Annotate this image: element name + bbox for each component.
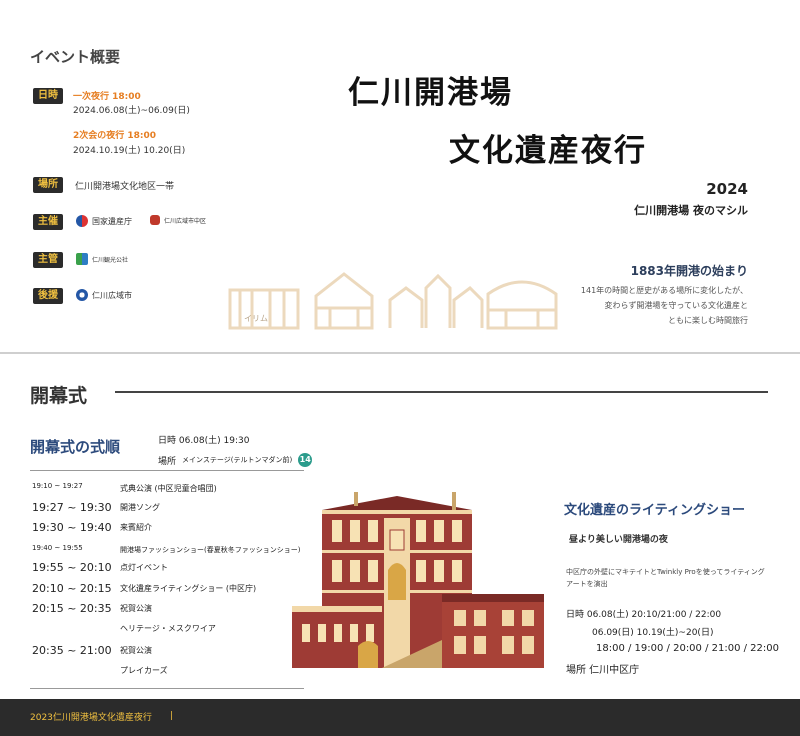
history-line-1: 141年の時間と歴史がある場所に変化したが、 [580, 286, 748, 295]
date-tag: 日時 [33, 88, 63, 104]
overview-panel: イベント概要 日時 一次夜行 18:00 2024.06.08(土)~06.09… [0, 0, 800, 352]
lighting-date-2: 06.09(日) 10.19(土)~20(日) [592, 628, 714, 638]
building-silhouettes-decoration [228, 272, 558, 330]
host-logo-2: 仁川広域市中区 [150, 215, 206, 225]
lighting-desc-1: 中区庁の外壁にマキテイトとTwinkly Proを使ってライティング [566, 568, 765, 576]
support-logo: 仁川広域市 [76, 289, 132, 301]
schedule-event: 開港ソング [120, 503, 160, 512]
history-line-3: ともに楽しむ時間旅行 [668, 316, 748, 325]
schedule-time: 19:40 ~ 19:55 [32, 544, 83, 552]
lighting-subtitle: 昼より美しい開港場の夜 [569, 535, 668, 545]
history-title: 1883年開港の始まり [630, 264, 748, 278]
schedule-event: プレイカーズ [120, 666, 168, 675]
hero-subtitle: 仁川開港場 夜のマシル [634, 204, 748, 217]
order-place-value: メインステージ(テルトンマダン前) [182, 456, 293, 464]
organizer-tag: 主管 [33, 252, 63, 268]
lighting-place: 場所 仁川中区庁 [566, 665, 640, 676]
place-value: 仁川開港場文化地区一帯 [75, 182, 175, 192]
schedule-time: 19:27 ~ 19:30 [32, 501, 112, 514]
lighting-date-3: 18:00 / 19:00 / 20:00 / 21:00 / 22:00 [596, 643, 779, 654]
lighting-title: 文化遺産のライティングショー [564, 503, 745, 518]
footer-bar: 2023仁川開港場文化遺産夜行 | [0, 699, 800, 736]
place-tag: 場所 [33, 177, 63, 193]
order-rule-bottom [30, 688, 304, 689]
hero-title-line2: 文化遺産夜行 [449, 133, 647, 169]
panel-divider [0, 352, 800, 354]
night2-label: 2次会の夜行 18:00 [73, 131, 157, 141]
schedule-event: 開港場ファッションショー(春夏秋冬ファッションショー) [120, 546, 301, 554]
organizer-logo-label: 仁川観光公社 [92, 256, 129, 264]
schedule-time: 20:35 ~ 21:00 [32, 644, 112, 657]
schedule-event: 来賓紹介 [120, 523, 152, 532]
order-title: 開幕式の式順 [30, 438, 121, 456]
host-logo-1-label: 国家遺産庁 [92, 216, 132, 226]
history-line-2: 変わらず開港場を守っている文化遺産と [604, 301, 748, 310]
support-tag: 後援 [33, 288, 63, 304]
host-tag: 主催 [33, 214, 63, 230]
night2-dates: 2024.10.19(土) 10.20(日) [73, 146, 186, 156]
opening-rule [115, 391, 768, 393]
opening-title: 開幕式 [30, 385, 88, 407]
lighting-date-1: 日時 06.08(土) 20:10/21:00 / 22:00 [566, 610, 722, 620]
hero-title-line1: 仁川開港場 [348, 75, 513, 111]
schedule-event: 祝賀公演 [120, 646, 152, 655]
order-date: 日時 06.08(土) 19:30 [158, 436, 250, 446]
footer-separator: | [170, 711, 174, 721]
schedule-event: 祝賀公演 [120, 604, 152, 613]
host-logo-1: 国家遺産庁 [76, 215, 132, 227]
overview-title: イベント概要 [30, 48, 121, 66]
schedule-event: 点灯イベント [120, 563, 168, 572]
schedule-event: 文化遺産ライティングショー (中区庁) [120, 584, 257, 593]
schedule-event: 式典公演 (中区児童合唱団) [120, 484, 217, 493]
incheon-city-icon [76, 289, 88, 301]
tourism-org-icon [76, 253, 88, 265]
junggu-office-illustration [292, 492, 544, 668]
schedule-time: 20:10 ~ 20:15 [32, 582, 112, 595]
place-number-badge: 14 [298, 453, 313, 467]
night1-dates: 2024.06.08(土)~06.09(日) [73, 106, 190, 116]
order-place: 場所 メインステージ(テルトンマダン前) 14 [158, 453, 313, 467]
host-logo-2-label: 仁川広域市中区 [164, 217, 207, 225]
organizer-logo: 仁川観光公社 [76, 253, 128, 265]
night1-label: 一次夜行 18:00 [73, 92, 141, 102]
schedule-time: 20:15 ~ 20:35 [32, 602, 112, 615]
brand-small: イリム [244, 314, 268, 323]
hero-year: 2024 [706, 180, 748, 198]
heritage-emblem-icon [76, 215, 88, 227]
support-logo-label: 仁川広域市 [92, 290, 132, 300]
order-rule-top [30, 470, 304, 471]
order-place-label: 場所 [158, 456, 177, 467]
lighting-desc-2: アートを演出 [566, 580, 608, 588]
schedule-event: ヘリテージ・メスクワイア [120, 624, 216, 633]
schedule-time: 19:10 ~ 19:27 [32, 482, 83, 490]
footer-text: 2023仁川開港場文化遺産夜行 [30, 713, 152, 723]
junggu-emblem-icon [150, 215, 160, 225]
schedule-time: 19:30 ~ 19:40 [32, 521, 112, 534]
schedule-time: 19:55 ~ 20:10 [32, 561, 112, 574]
